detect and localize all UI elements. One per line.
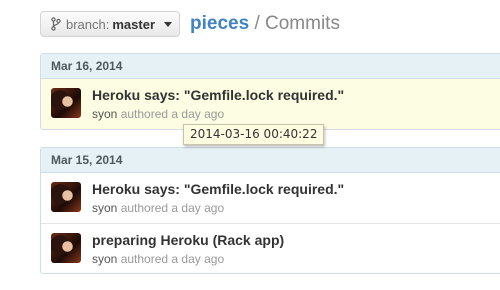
commit-group: Mar 15, 2014 Heroku says: "Gemfile.lock … [40,147,500,274]
commit-author-link[interactable]: syon [92,201,117,215]
authored-label: authored [120,201,169,215]
commit-message-link[interactable]: Heroku says: "Gemfile.lock required." [92,181,344,197]
avatar[interactable] [51,88,81,118]
commit-group-date: Mar 16, 2014 [41,54,500,79]
chevron-down-icon [164,21,173,27]
commit-meta: syon authored a day ago [92,252,224,266]
authored-label: authored [120,107,169,121]
commit-meta: syon authored a day ago [92,107,224,121]
branch-prefix-label: branch: [66,16,110,32]
timestamp-tooltip: 2014-03-16 00:40:22 [183,124,325,145]
commit-time[interactable]: a day ago [171,201,224,215]
commit-group: Mar 16, 2014 Heroku says: "Gemfile.lock … [40,53,500,130]
avatar[interactable] [51,182,81,212]
branch-icon [51,17,61,31]
commit-row: Heroku says: "Gemfile.lock required." sy… [41,79,500,129]
commit-group-date: Mar 15, 2014 [41,148,500,173]
commit-time[interactable]: a day ago [171,252,224,266]
commit-author-link[interactable]: syon [92,252,117,266]
repo-link[interactable]: pieces [190,13,249,34]
breadcrumb: pieces / Commits [190,12,340,36]
page-title: Commits [265,13,340,34]
avatar[interactable] [51,233,81,263]
authored-label: authored [120,252,169,266]
commit-author-link[interactable]: syon [92,107,117,121]
commit-time[interactable]: a day ago [171,107,224,121]
commit-row: Heroku says: "Gemfile.lock required." sy… [41,173,500,223]
branch-name-label: master [112,16,156,32]
commit-message-link[interactable]: Heroku says: "Gemfile.lock required." [92,87,344,103]
commit-meta: syon authored a day ago [92,201,224,215]
commit-message-link[interactable]: preparing Heroku (Rack app) [92,232,284,248]
breadcrumb-separator: / [254,13,260,34]
branch-select-button[interactable]: branch: master [40,11,180,37]
commit-row: preparing Heroku (Rack app) syon authore… [41,223,500,273]
